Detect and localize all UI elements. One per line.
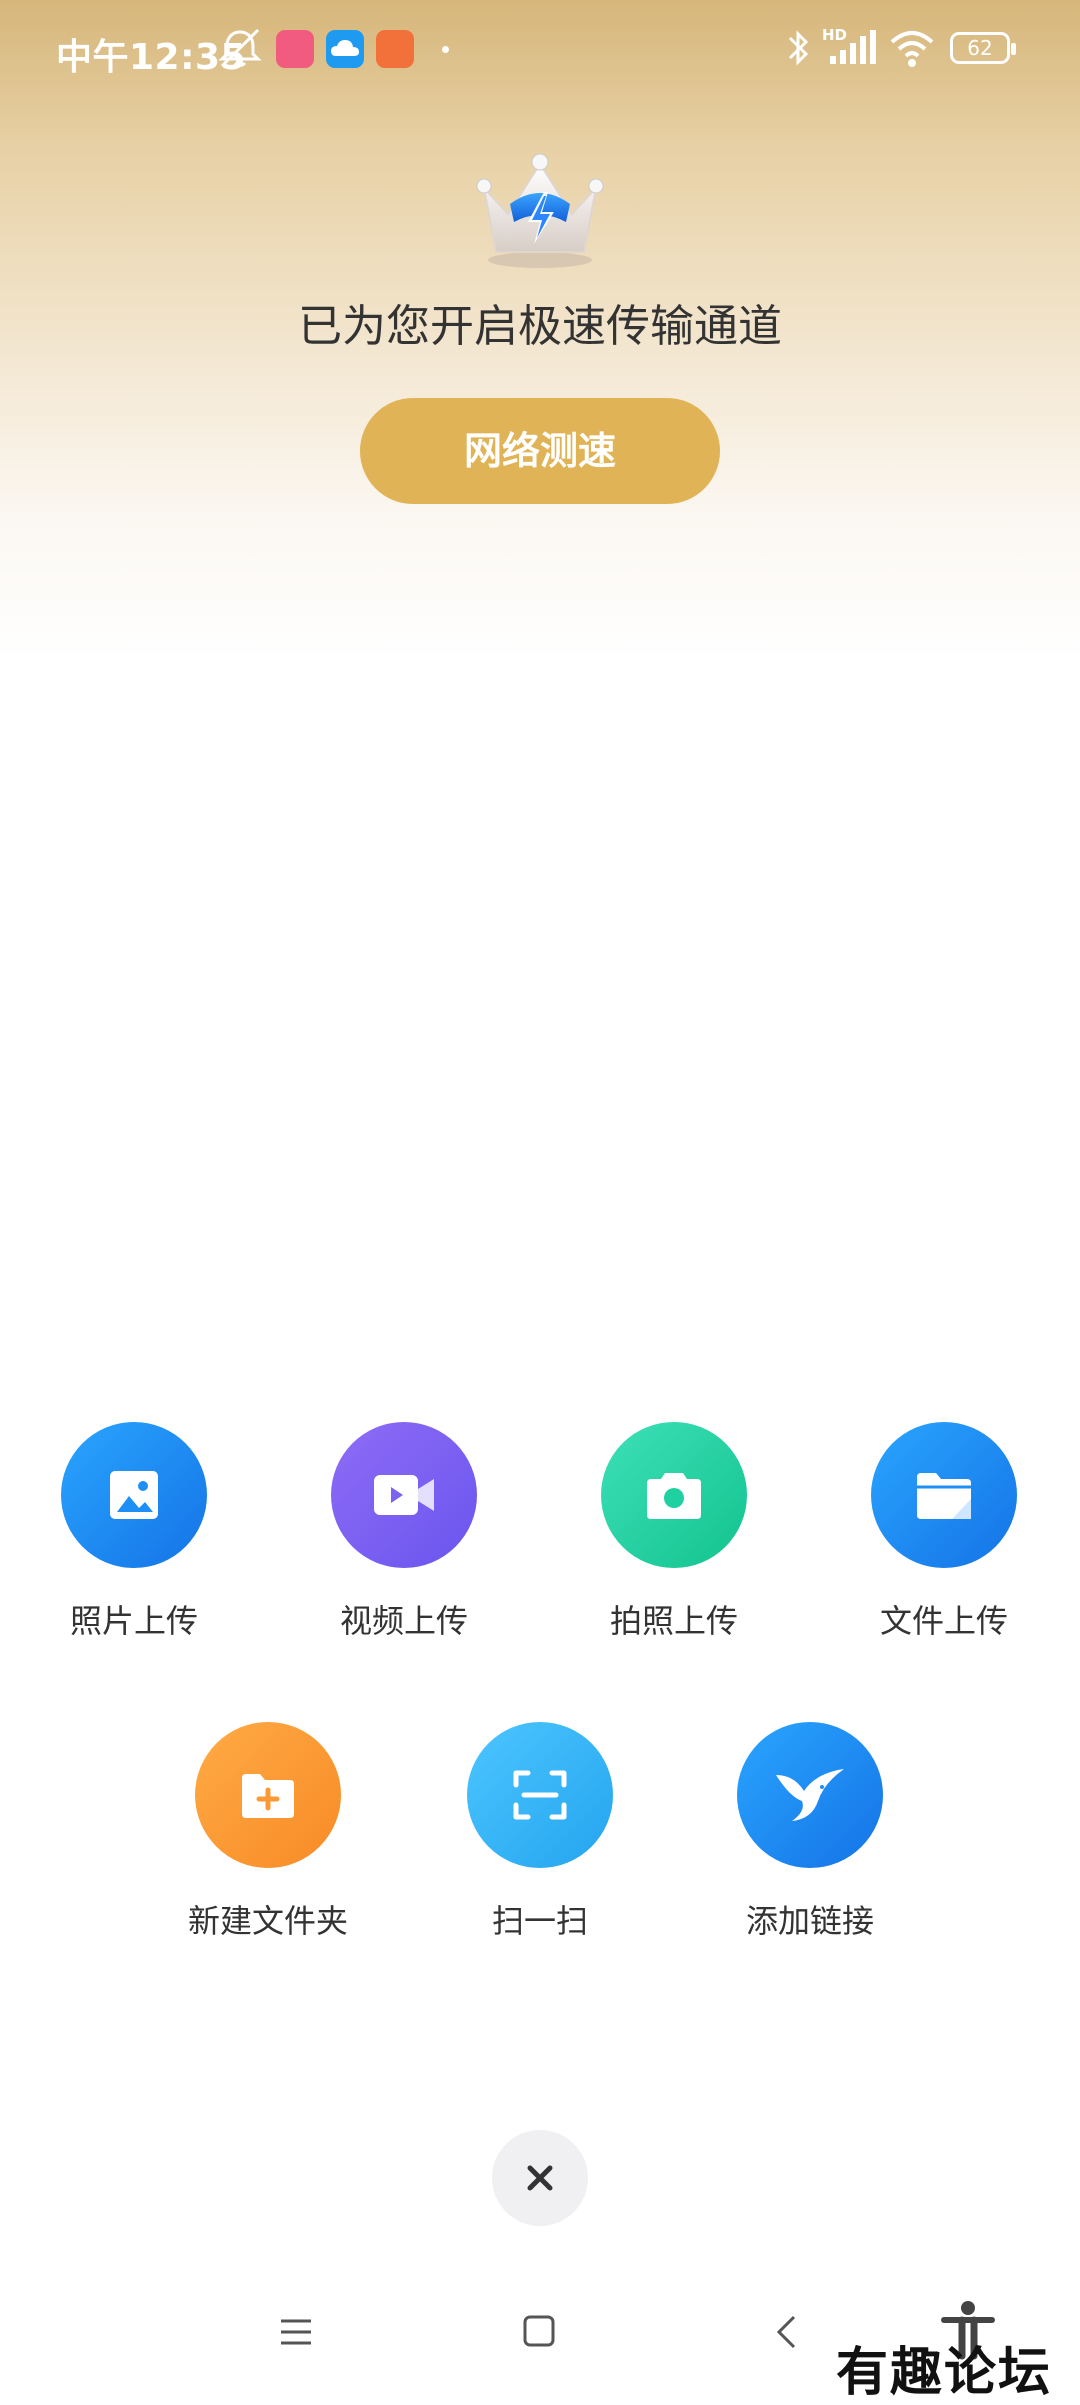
video-icon xyxy=(374,1475,434,1515)
crown-icon xyxy=(476,153,604,268)
network-speed-test-button[interactable]: 网络测速 xyxy=(360,398,720,504)
new-folder-icon xyxy=(242,1774,294,1818)
file-upload-label: 文件上传 xyxy=(879,1602,1008,1640)
mute-bell-icon xyxy=(218,28,262,68)
camera-upload-label: 拍照上传 xyxy=(609,1602,738,1640)
bird-icon xyxy=(776,1769,844,1821)
scan-label: 扫一扫 xyxy=(491,1902,588,1940)
add-link-button[interactable] xyxy=(737,1722,883,1868)
bluetooth-icon xyxy=(788,30,809,66)
back-icon[interactable] xyxy=(774,2314,798,2350)
folder-icon xyxy=(917,1473,971,1519)
home-icon[interactable] xyxy=(522,2314,556,2348)
photo-upload-action[interactable]: 照片上传 xyxy=(24,1422,244,1642)
add-link-action[interactable]: 添加链接 xyxy=(700,1722,920,1942)
battery-indicator: 62 xyxy=(950,32,1016,64)
camera-upload-action[interactable]: 拍照上传 xyxy=(564,1422,784,1642)
signal-icon xyxy=(830,30,876,64)
scan-button[interactable] xyxy=(467,1722,613,1868)
photo-upload-label: 照片上传 xyxy=(69,1602,198,1640)
scan-action[interactable]: 扫一扫 xyxy=(430,1722,650,1942)
camera-upload-button[interactable] xyxy=(601,1422,747,1568)
more-notifications-dot xyxy=(442,46,449,53)
video-upload-action[interactable]: 视频上传 xyxy=(294,1422,514,1642)
video-upload-label: 视频上传 xyxy=(339,1602,468,1640)
close-button[interactable] xyxy=(492,2130,588,2226)
close-icon xyxy=(527,2165,553,2191)
camera-icon xyxy=(647,1473,701,1519)
shop-app-icon xyxy=(376,30,414,68)
menu-icon[interactable] xyxy=(278,2316,314,2348)
app-notification-icon-1 xyxy=(276,30,314,68)
speed-channel-headline: 已为您开启极速传输通道 xyxy=(298,301,782,352)
new-folder-button[interactable] xyxy=(195,1722,341,1868)
add-link-label: 添加链接 xyxy=(745,1902,874,1940)
file-upload-button[interactable] xyxy=(871,1422,1017,1568)
cloud-app-icon xyxy=(326,30,364,68)
status-bar: 中午12:35 HD 62 xyxy=(0,0,1080,100)
new-folder-label: 新建文件夹 xyxy=(187,1902,348,1940)
video-upload-button[interactable] xyxy=(331,1422,477,1568)
wifi-icon xyxy=(890,31,934,67)
scan-icon xyxy=(513,1770,567,1820)
watermark-text: 有趣论坛 xyxy=(836,2342,1053,2403)
image-icon xyxy=(110,1471,158,1519)
photo-upload-button[interactable] xyxy=(61,1422,207,1568)
file-upload-action[interactable]: 文件上传 xyxy=(834,1422,1054,1642)
new-folder-action[interactable]: 新建文件夹 xyxy=(158,1722,378,1942)
